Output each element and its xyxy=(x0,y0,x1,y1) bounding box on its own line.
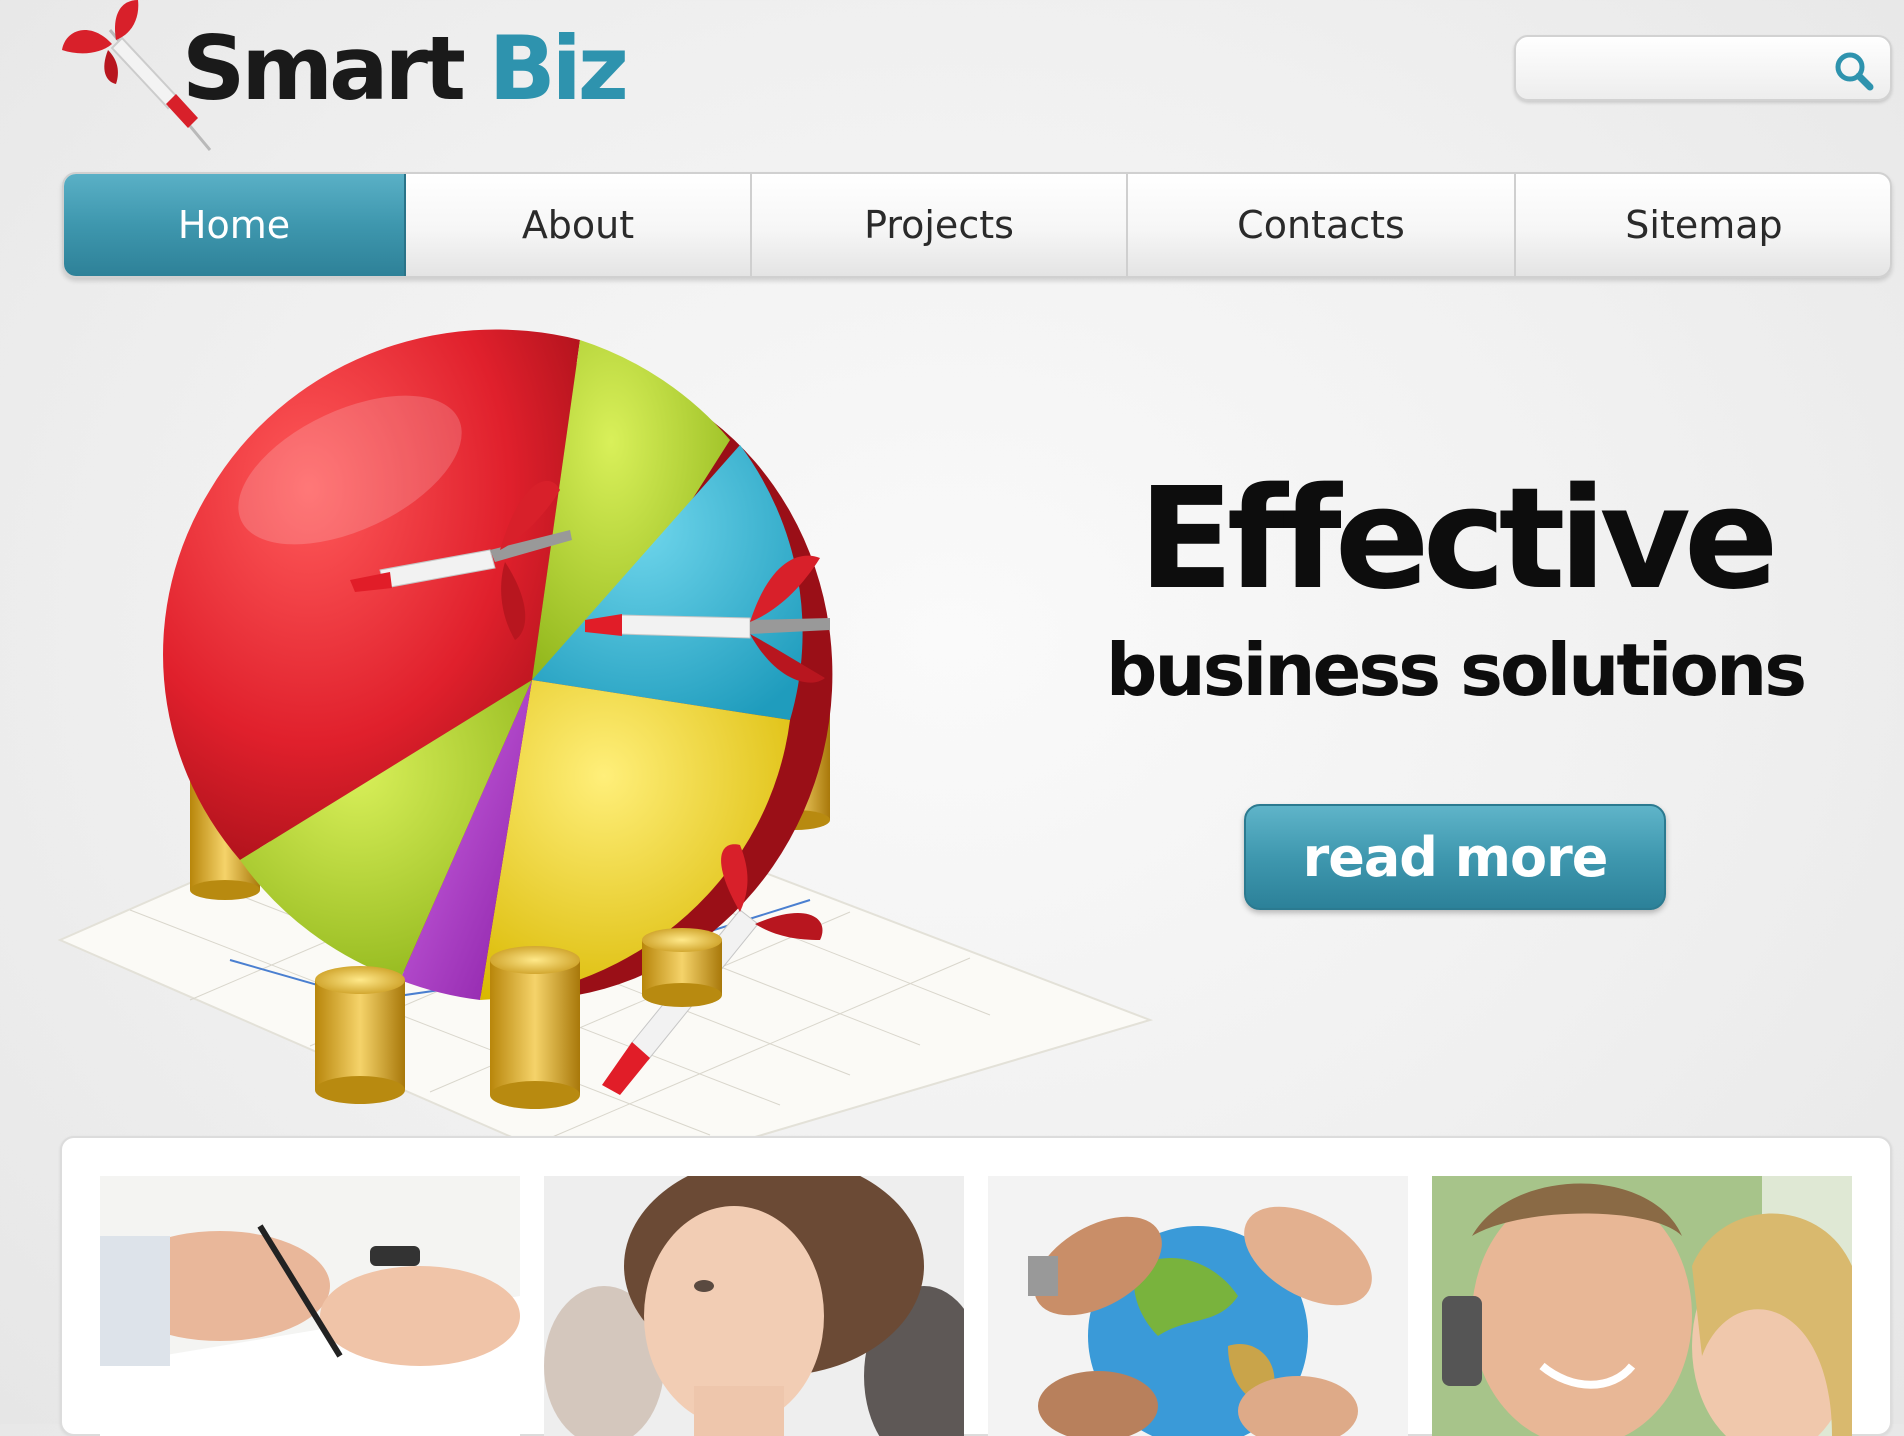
gallery-photo-woman-looking-up[interactable] xyxy=(544,1176,964,1436)
search-icon xyxy=(1835,52,1874,91)
nav-item-projects[interactable]: Projects xyxy=(752,174,1128,276)
search-input[interactable] xyxy=(1530,49,1824,91)
coin-stack xyxy=(315,966,405,1104)
main-nav: Home About Projects Contacts Sitemap xyxy=(62,172,1892,278)
hero-title: Effective xyxy=(1138,458,1779,621)
site-logo[interactable]: Smart Biz xyxy=(60,0,629,160)
gallery-photo-hands-globe[interactable] xyxy=(988,1176,1408,1436)
read-more-button[interactable]: read more xyxy=(1244,804,1666,910)
hero-subtitle: business solutions xyxy=(1105,628,1807,712)
coin-stack xyxy=(642,928,722,1007)
brand-name: Smart Biz xyxy=(182,17,629,120)
gallery-photo-document-signing[interactable] xyxy=(100,1176,520,1436)
nav-item-home[interactable]: Home xyxy=(64,174,406,276)
brand-name-part1: Smart xyxy=(182,17,466,120)
coin-stack xyxy=(490,946,580,1109)
search-button[interactable] xyxy=(1832,49,1876,93)
nav-item-contacts[interactable]: Contacts xyxy=(1128,174,1516,276)
photo-gallery xyxy=(60,1136,1892,1436)
brand-name-part2: Biz xyxy=(488,17,629,120)
nav-item-about[interactable]: About xyxy=(406,174,752,276)
hero-image xyxy=(57,329,1154,1140)
nav-item-sitemap[interactable]: Sitemap xyxy=(1516,174,1890,276)
gallery-photo-man-on-phone[interactable] xyxy=(1432,1176,1852,1436)
search-box xyxy=(1514,35,1892,101)
